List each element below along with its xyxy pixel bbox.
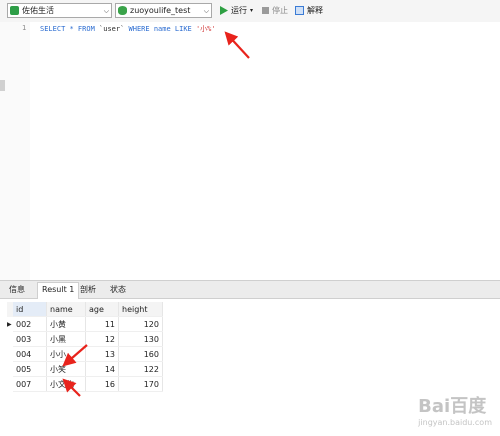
- results-tabs: 信息 Result 1 剖析 状态: [0, 281, 500, 299]
- cell-name[interactable]: 小文化: [46, 376, 86, 392]
- sql-string-literal: '小%': [195, 25, 216, 33]
- results-grid[interactable]: id name age height ▶ 002 小黄 11 120 003 小…: [7, 302, 163, 392]
- line-number: 1: [22, 24, 27, 32]
- database-select[interactable]: zuoyoulife_test ⌵: [115, 3, 212, 18]
- play-icon: [220, 6, 228, 15]
- stop-button-label: 停止: [272, 6, 288, 15]
- run-button[interactable]: 运行 ▾: [220, 4, 253, 17]
- cell-age[interactable]: 16: [85, 376, 119, 392]
- watermark-logo: Bai百度 jingyan.baidu.com: [418, 392, 492, 427]
- connection-select[interactable]: 佐佑生活 ⌵: [7, 3, 112, 18]
- run-dropdown-icon[interactable]: ▾: [250, 7, 253, 14]
- tab-result-1[interactable]: Result 1: [37, 282, 80, 299]
- stop-icon: [262, 7, 269, 14]
- line-gutter: 1: [0, 22, 30, 280]
- table-row[interactable]: 004 小小 13 160: [7, 346, 163, 362]
- cell-height[interactable]: 160: [118, 346, 163, 362]
- cell-age[interactable]: 11: [85, 316, 119, 332]
- cell-height[interactable]: 170: [118, 376, 163, 392]
- cell-height[interactable]: 120: [118, 316, 163, 332]
- column-header-name[interactable]: name: [46, 302, 86, 317]
- column-header-height[interactable]: height: [118, 302, 163, 317]
- cell-id[interactable]: 003: [13, 331, 47, 347]
- sql-editor[interactable]: 1 SELECT * FROM `user` WHERE name LIKE '…: [0, 22, 500, 280]
- sql-keyword: SELECT * FROM: [40, 25, 100, 33]
- table-row[interactable]: ▶ 002 小黄 11 120: [7, 316, 163, 332]
- table-row[interactable]: 005 小笑 14 122: [7, 361, 163, 377]
- cell-name[interactable]: 小黑: [46, 331, 86, 347]
- tab-status[interactable]: 状态: [106, 283, 130, 297]
- chevron-down-icon: ⌵: [203, 7, 209, 15]
- splitter-handle[interactable]: [0, 80, 5, 91]
- table-row[interactable]: 003 小黑 12 130: [7, 331, 163, 347]
- sql-table-name: `user`: [99, 25, 125, 33]
- connection-select-value: 佐佑生活: [22, 6, 54, 15]
- run-button-label: 运行: [231, 6, 247, 15]
- cell-height[interactable]: 130: [118, 331, 163, 347]
- database-icon: [118, 6, 127, 15]
- cell-id[interactable]: 002: [13, 316, 47, 332]
- chevron-down-icon: ⌵: [103, 7, 109, 15]
- watermark-brand: Bai百度: [418, 396, 487, 417]
- stop-button[interactable]: 停止: [262, 4, 288, 17]
- table-row[interactable]: 007 小文化 16 170: [7, 376, 163, 392]
- cell-age[interactable]: 13: [85, 346, 119, 362]
- connection-icon: [10, 6, 19, 15]
- cell-height[interactable]: 122: [118, 361, 163, 377]
- cell-name[interactable]: 小黄: [46, 316, 86, 332]
- cell-id[interactable]: 007: [13, 376, 47, 392]
- tab-profile[interactable]: 剖析: [76, 283, 100, 297]
- database-select-value: zuoyoulife_test: [130, 6, 191, 15]
- sql-code-line[interactable]: SELECT * FROM `user` WHERE name LIKE '小%…: [40, 24, 216, 34]
- cell-id[interactable]: 005: [13, 361, 47, 377]
- tab-info[interactable]: 信息: [5, 283, 29, 297]
- explain-icon: [295, 6, 304, 15]
- cell-id[interactable]: 004: [13, 346, 47, 362]
- cell-name[interactable]: 小小: [46, 346, 86, 362]
- explain-button[interactable]: 解释: [295, 4, 323, 17]
- cell-age[interactable]: 12: [85, 331, 119, 347]
- toolbar: 佐佑生活 ⌵ zuoyoulife_test ⌵ 运行 ▾ 停止 解释: [0, 0, 500, 23]
- explain-button-label: 解释: [307, 6, 323, 15]
- cell-age[interactable]: 14: [85, 361, 119, 377]
- sql-keyword: WHERE name LIKE: [124, 25, 196, 33]
- column-header-age[interactable]: age: [85, 302, 119, 317]
- watermark-url: jingyan.baidu.com: [418, 418, 492, 427]
- cell-name[interactable]: 小笑: [46, 361, 86, 377]
- column-header-id[interactable]: id: [13, 302, 47, 317]
